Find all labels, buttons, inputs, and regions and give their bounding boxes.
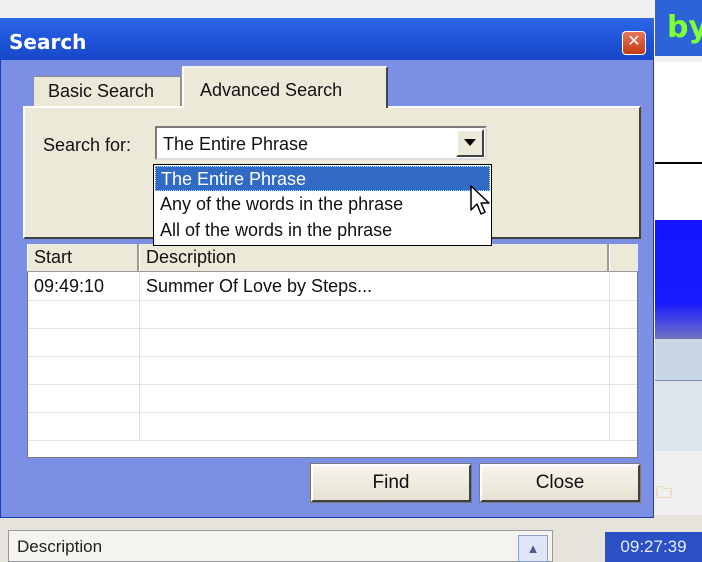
table-row[interactable]: [28, 357, 637, 385]
start-cell: [28, 385, 140, 412]
search-for-label: Search for:: [43, 135, 132, 155]
folder-icon[interactable]: 🗀: [656, 485, 680, 503]
description-cell: Summer Of Love by Steps...: [140, 273, 610, 300]
description-cell: [140, 385, 610, 412]
table-row[interactable]: [28, 413, 637, 441]
table-row[interactable]: [28, 385, 637, 413]
results-table: 09:49:10 Summer Of Love by Steps...: [27, 244, 638, 458]
start-cell: 09:49:10: [28, 273, 140, 300]
results-table-header: Start Description: [27, 244, 638, 272]
background-panel: [655, 62, 702, 162]
table-row[interactable]: [28, 301, 637, 329]
extra-cell: [610, 273, 637, 300]
tab-advanced-search[interactable]: Advanced Search: [182, 66, 388, 108]
mouse-cursor-icon: [470, 185, 490, 215]
start-cell: [28, 357, 140, 384]
description-cell: [140, 329, 610, 356]
start-cell: [28, 413, 140, 440]
clock-display: 09:27:39: [605, 532, 702, 562]
extra-cell: [610, 329, 637, 356]
description-cell: [140, 301, 610, 328]
extra-cell: [610, 357, 637, 384]
background-panel: [655, 164, 702, 220]
option-entire-phrase[interactable]: The Entire Phrase: [155, 166, 490, 191]
table-row[interactable]: 09:49:10 Summer Of Love by Steps...: [28, 273, 637, 301]
chevron-down-icon[interactable]: [456, 129, 484, 157]
dialog-titlebar[interactable]: [0, 18, 654, 60]
description-cell: [140, 357, 610, 384]
description-cell: [140, 413, 610, 440]
table-row[interactable]: [28, 329, 637, 357]
background-description-label: Description: [17, 537, 103, 556]
extra-cell: [610, 385, 637, 412]
extra-cell: [610, 413, 637, 440]
column-header-start[interactable]: Start: [27, 244, 139, 271]
close-button[interactable]: Close: [479, 463, 641, 503]
background-toolbar: [655, 380, 702, 451]
background-toolbar: [655, 338, 702, 381]
option-all-words[interactable]: All of the words in the phrase: [155, 218, 490, 243]
column-header-extra[interactable]: [609, 244, 638, 271]
scroll-up-icon[interactable]: ▲: [518, 535, 548, 562]
search-mode-dropdown: The Entire Phrase Any of the words in th…: [153, 164, 492, 246]
dialog-title: Search: [9, 30, 87, 54]
extra-cell: [610, 301, 637, 328]
column-header-description[interactable]: Description: [139, 244, 609, 271]
start-cell: [28, 301, 140, 328]
search-mode-value: The Entire Phrase: [163, 134, 309, 154]
tab-basic-search[interactable]: Basic Search: [33, 76, 181, 106]
find-button[interactable]: Find: [310, 463, 472, 503]
start-cell: [28, 329, 140, 356]
background-window-title: by: [655, 0, 702, 56]
option-any-words[interactable]: Any of the words in the phrase: [155, 192, 490, 217]
close-icon[interactable]: ✕: [622, 31, 646, 55]
background-description-header[interactable]: Description: [8, 530, 553, 562]
background-banner: [655, 220, 702, 338]
